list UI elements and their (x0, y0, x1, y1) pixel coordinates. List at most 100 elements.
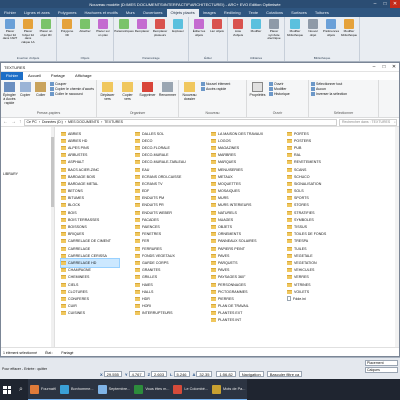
folder-item[interactable]: PORTES (287, 130, 345, 137)
folder-item[interactable]: SYMBOLES (287, 216, 345, 223)
select-all-button[interactable]: Sélectionner tout (311, 82, 347, 86)
folder-item[interactable]: HAIES (135, 281, 193, 288)
cad-ribbon-button[interactable]: Lier objets (209, 19, 225, 56)
breadcrumb-item[interactable]: Données (D:) (42, 120, 63, 124)
folder-item[interactable]: VEGETALE (287, 252, 345, 259)
cad-ribbon-button[interactable]: Éditer les objets (191, 19, 207, 56)
cad-tab[interactable]: Redlining (220, 9, 245, 17)
folder-item[interactable]: MOQUETTES (211, 180, 269, 187)
folder-item[interactable]: DECO-MURALE (135, 152, 193, 159)
folder-item[interactable]: EDF (135, 188, 193, 195)
coordinate-field[interactable]: L 5.246 (170, 371, 190, 377)
folder-item[interactable]: NUAGES (211, 216, 269, 223)
folder-item[interactable]: CIELS (61, 281, 119, 288)
folder-item[interactable]: FONDS VEGETAUX (135, 252, 193, 259)
move-to-button[interactable]: Déplacer vers (99, 82, 116, 101)
cad-tab[interactable]: Surfaces (287, 9, 311, 17)
forward-arrow-icon[interactable]: → (11, 119, 16, 125)
folder-item[interactable]: CARRELAGE (61, 245, 119, 252)
history-button[interactable]: Historique (269, 92, 290, 96)
folder-item[interactable]: TISSUS (287, 223, 345, 230)
cad-ribbon-button[interactable]: Préférences objets (323, 19, 339, 56)
cad-tab[interactable]: Toitures (311, 9, 333, 17)
cad-tab[interactable]: Polygones (54, 9, 81, 17)
delete-button[interactable]: Supprimer (139, 82, 156, 97)
coordinate-field[interactable]: 1:56.82 (215, 371, 236, 377)
folder-item[interactable]: PICTOGRAMMES (211, 288, 269, 295)
paste-shortcut-button[interactable]: Coller le raccourci (50, 92, 94, 96)
cad-ribbon-button[interactable]: Placer l'objet 3d dans l'ART (2, 19, 18, 56)
folder-item[interactable]: VERRES (287, 274, 345, 281)
taskbar-app[interactable]: Vous êtes m... (132, 379, 172, 400)
coordinate-field[interactable]: A 32.35 (193, 371, 213, 377)
invert-selection-button[interactable]: Inverser la sélection (311, 92, 347, 96)
folder-item[interactable]: VOILETS (287, 288, 345, 295)
folder-item[interactable]: CONIFERES (61, 295, 119, 302)
folder-item[interactable]: BARDAGE METAL (61, 180, 119, 187)
folder-item[interactable]: FER (135, 238, 193, 245)
maximize-icon[interactable]: □ (380, 0, 390, 8)
coordinate-field[interactable]: Y 4.767 (125, 371, 145, 377)
nav-item-library[interactable]: LIBRARY (3, 172, 18, 176)
cad-tab[interactable]: Images (199, 9, 220, 17)
rename-button[interactable]: Renommer (159, 82, 176, 97)
folder-item[interactable]: BARDAGE BOIS (61, 173, 119, 180)
folder-item[interactable]: DECO-MURALE-TABLEAU (135, 159, 193, 166)
cad-ribbon-button[interactable]: Placer l'objet 3d dans calque 1A (20, 19, 36, 56)
taskbar-app[interactable]: Septembre... (95, 379, 133, 400)
folder-item[interactable]: ENDUITS PM (135, 195, 193, 202)
cad-tab[interactable]: Objets placés (166, 9, 199, 17)
folder-item[interactable]: PANNEAUX SOLAIRES (211, 238, 269, 245)
cad-ribbon-button[interactable]: Nouvel objet (305, 19, 321, 56)
cad-ribbon-button[interactable]: Placer sur un plan (95, 19, 111, 56)
folder-item[interactable]: FERRURES (135, 245, 193, 252)
folder-item[interactable]: BLOCK (61, 202, 119, 209)
folder-item[interactable]: CARRELAGE CERISSA (61, 252, 119, 259)
folder-item[interactable]: BOISSONS (61, 223, 119, 230)
layers-field[interactable]: Calques (365, 367, 398, 373)
folder-item[interactable]: TUILES (287, 245, 345, 252)
copy-button[interactable]: Copier (19, 82, 32, 97)
folder-item[interactable]: POSTERS (287, 137, 345, 144)
nav-scrollbar[interactable] (51, 127, 54, 347)
file-item[interactable]: Fdde.ini (287, 295, 345, 302)
folder-item[interactable]: GRANITES (135, 267, 193, 274)
edit-button[interactable]: Modifier (269, 87, 290, 91)
new-folder-button[interactable]: Nouveau dossier (181, 82, 198, 101)
folder-item[interactable]: ENDUITS WEBER (135, 209, 193, 216)
folder-item[interactable]: FACADES (135, 216, 193, 223)
paste-button[interactable]: Coller (34, 82, 47, 97)
folder-item[interactable]: PLANTES INT (211, 317, 269, 324)
cad-ribbon-button[interactable]: Paramétriques (114, 19, 134, 56)
taskbar-app[interactable]: Le Colombé... (171, 379, 211, 400)
folder-item[interactable]: ABRIES (61, 130, 119, 137)
folder-item[interactable]: PLANTES EXT (211, 310, 269, 317)
folder-item[interactable]: CHAMPAGNE (61, 267, 119, 274)
coordinate-field[interactable]: Z 2.603 (148, 371, 168, 377)
folder-item[interactable]: MENUISERIES (211, 166, 269, 173)
folder-item[interactable]: FENETRES (135, 231, 193, 238)
cut-button[interactable]: Couper (50, 82, 94, 86)
folder-item[interactable]: MURS (211, 195, 269, 202)
minimize-icon[interactable]: – (370, 0, 380, 8)
folder-item[interactable]: PAPIERS PEINT (211, 245, 269, 252)
folder-item[interactable]: NATURELS (211, 209, 269, 216)
navigation-dropdown[interactable]: Navigation (238, 371, 264, 377)
folder-item[interactable]: METAUX (211, 173, 269, 180)
folder-item[interactable]: RAL (287, 152, 345, 159)
folder-item[interactable]: CARRELAGE HD (60, 258, 120, 268)
filter-toggle[interactable]: Basculer filtre ca (266, 371, 303, 377)
folder-item[interactable]: SCANS (287, 166, 345, 173)
cad-ribbon-button[interactable]: Placer un objet 3D (38, 19, 54, 56)
cad-ribbon-button[interactable]: Modifier bibliothèque (287, 19, 303, 56)
cad-tab[interactable]: Texte (245, 9, 263, 17)
folder-item[interactable]: CLOTURES (61, 288, 119, 295)
cad-ribbon-button[interactable]: Modifier bibliothèque (341, 19, 357, 56)
cad-ribbon-button[interactable]: Placer symbole électrique (266, 19, 282, 56)
minimize-icon[interactable]: – (369, 63, 379, 71)
folder-item[interactable]: OBJETS (211, 223, 269, 230)
breadcrumb-item[interactable]: TEXTURES (104, 120, 123, 124)
folder-item[interactable]: ABRIES HD (61, 137, 119, 144)
breadcrumb-item[interactable]: Ce PC (27, 120, 37, 124)
folder-item[interactable]: INTERRUPTEURS (135, 310, 193, 317)
